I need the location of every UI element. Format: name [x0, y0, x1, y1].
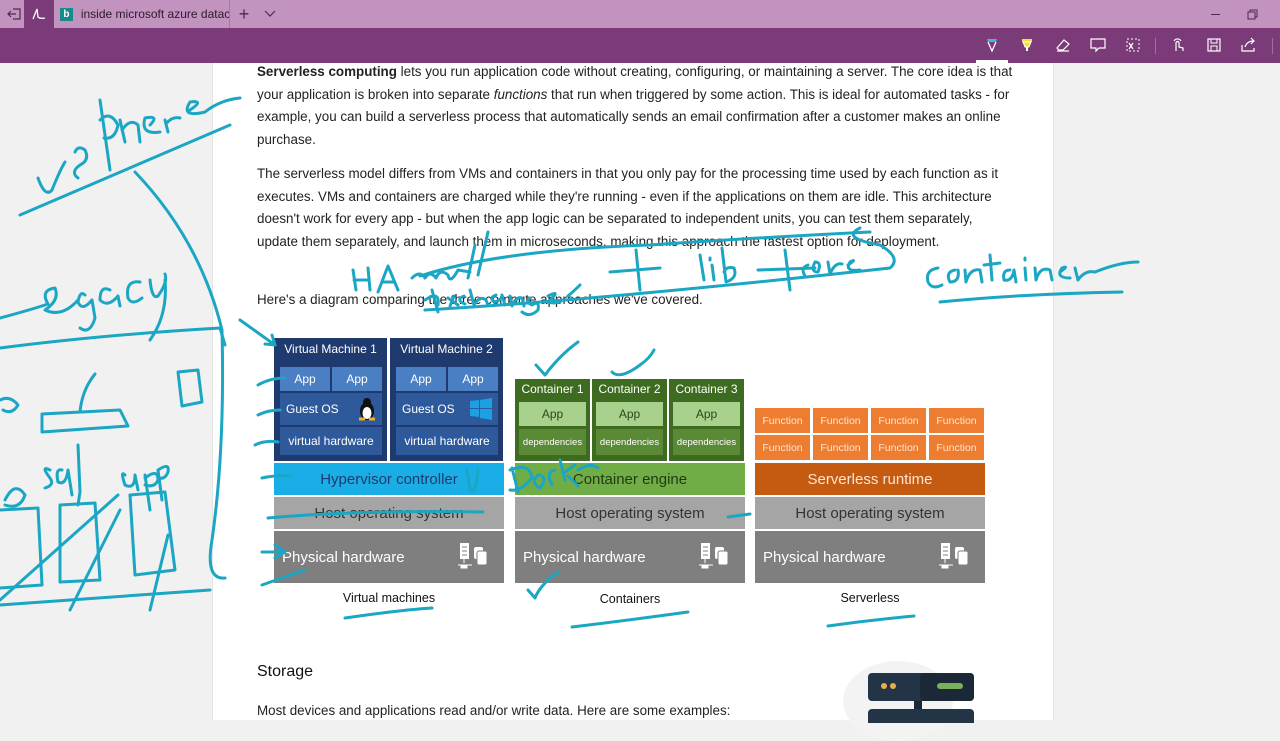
touch-writing-button[interactable]	[1167, 34, 1191, 56]
container-2-app: App	[596, 402, 663, 426]
serverless-physical-hardware-layer: Physical hardware	[755, 531, 985, 583]
bing-icon: b	[60, 7, 73, 21]
ink-vsphere	[36, 96, 242, 194]
vm-host-os-layer: Host operating system	[274, 497, 504, 529]
function-block: Function	[755, 408, 810, 433]
ink-slash-3	[148, 533, 170, 612]
function-block: Function	[871, 408, 926, 433]
vm2-title: Virtual Machine 2	[400, 342, 493, 356]
linux-penguin-icon	[359, 398, 375, 421]
new-tab-button[interactable]: +	[234, 0, 254, 28]
ink-tray	[40, 372, 130, 434]
eraser-icon	[1056, 39, 1070, 52]
ink-fragment	[0, 396, 20, 414]
vm-physical-hardware-layer: Physical hardware	[274, 531, 504, 583]
container-3-deps: dependencies	[673, 429, 740, 455]
serverless-caption: Serverless	[840, 591, 900, 605]
restore-icon	[1247, 9, 1257, 19]
vm1-guest-os: Guest OS	[280, 393, 382, 425]
save-button[interactable]	[1202, 34, 1226, 56]
save-icon	[1207, 38, 1221, 52]
ink-toolbar	[0, 28, 1280, 63]
highlighter-icon	[1022, 39, 1032, 51]
minimize-button[interactable]	[1205, 0, 1225, 28]
server-rack-icon	[868, 673, 974, 723]
container-3-app: App	[673, 402, 740, 426]
clip-icon	[1126, 38, 1140, 52]
function-block: Function	[871, 435, 926, 460]
ink-sql-label	[43, 443, 82, 497]
ink-slash-2	[68, 508, 122, 612]
highlighter-button[interactable]	[1015, 34, 1039, 56]
container-1-deps: dependencies	[519, 429, 586, 455]
paragraph-serverless-intro: Serverless computing lets you run applic…	[257, 64, 1013, 147]
tab-title: inside microsoft azure datac	[80, 7, 229, 21]
vm-caption: Virtual machines	[342, 591, 436, 605]
ink-app-label	[121, 465, 170, 512]
ink-legacy	[0, 272, 168, 342]
toolbar-divider	[1272, 38, 1273, 54]
toolbar-divider	[1155, 38, 1156, 54]
ink-small-box	[176, 368, 204, 408]
bold-term: Serverless computing	[257, 64, 397, 79]
ink-cylinder-3	[128, 490, 177, 577]
eraser-button[interactable]	[1051, 34, 1075, 56]
ink-cylinder-2	[58, 490, 102, 584]
containers-caption: Containers	[599, 592, 661, 606]
vm2-app-2: App	[448, 367, 498, 391]
function-block: Function	[755, 435, 810, 460]
chevron-down-icon	[264, 10, 276, 17]
function-block: Function	[813, 435, 868, 460]
container-2-deps: dependencies	[596, 429, 663, 455]
pen-icon	[32, 8, 46, 20]
windows-logo-icon	[470, 398, 492, 420]
restore-button[interactable]	[1242, 0, 1262, 28]
comment-icon	[1090, 38, 1106, 53]
ballpoint-pen-button[interactable]	[980, 34, 1004, 56]
hypervisor-layer: Hypervisor controller	[274, 463, 504, 495]
ink-underline-vsphere	[18, 123, 232, 217]
server-hardware-icon	[699, 543, 729, 569]
serverless-host-os-layer: Host operating system	[755, 497, 985, 529]
serverless-runtime-layer: Serverless runtime	[755, 463, 985, 495]
title-bar: b inside microsoft azure datac +	[0, 0, 1280, 28]
vm2-app-1: App	[396, 367, 446, 391]
containers-physical-hardware-layer: Physical hardware	[515, 531, 745, 583]
ink-bottom-line	[0, 588, 212, 607]
minimize-icon	[1210, 13, 1220, 15]
tab-active[interactable]: b inside microsoft azure datac	[54, 0, 230, 28]
touch-icon	[1173, 38, 1184, 51]
container-engine-layer: Container engine	[515, 463, 745, 495]
pen-icon	[987, 39, 997, 53]
server-hardware-icon	[939, 543, 969, 569]
paragraph-serverless-model: The serverless model differs from VMs an…	[257, 166, 999, 249]
server-hardware-icon	[458, 543, 488, 569]
vm2-virtual-hardware: virtual hardware	[396, 427, 498, 455]
vm1-virtual-hardware: virtual hardware	[280, 427, 382, 455]
vm1-title: Virtual Machine 1	[284, 342, 377, 356]
container-1-app: App	[519, 402, 586, 426]
share-icon	[1241, 37, 1255, 52]
clip-button[interactable]	[1121, 34, 1145, 56]
share-button[interactable]	[1236, 34, 1260, 56]
ink-tab[interactable]	[24, 0, 54, 28]
add-note-button[interactable]	[1086, 34, 1110, 56]
vm2-guest-os: Guest OS	[396, 393, 498, 425]
ink-legacy-line	[0, 326, 227, 350]
storage-heading: Storage	[257, 663, 314, 680]
containers-host-os-layer: Host operating system	[515, 497, 745, 529]
article-page: Serverless computing lets you run applic…	[212, 63, 1054, 741]
plus-icon: +	[238, 3, 250, 24]
function-block: Function	[929, 435, 984, 460]
set-aside-icon[interactable]	[4, 0, 24, 28]
vm1-app-2: App	[332, 367, 382, 391]
ink-cylinder-1	[0, 487, 44, 590]
ink-slash-1	[0, 493, 120, 602]
paragraph-diagram-intro: Here's a diagram comparing the three com…	[257, 292, 703, 307]
function-block: Function	[929, 408, 984, 433]
vm1-app-1: App	[280, 367, 330, 391]
tab-list-button[interactable]	[260, 0, 280, 28]
function-block: Function	[813, 408, 868, 433]
